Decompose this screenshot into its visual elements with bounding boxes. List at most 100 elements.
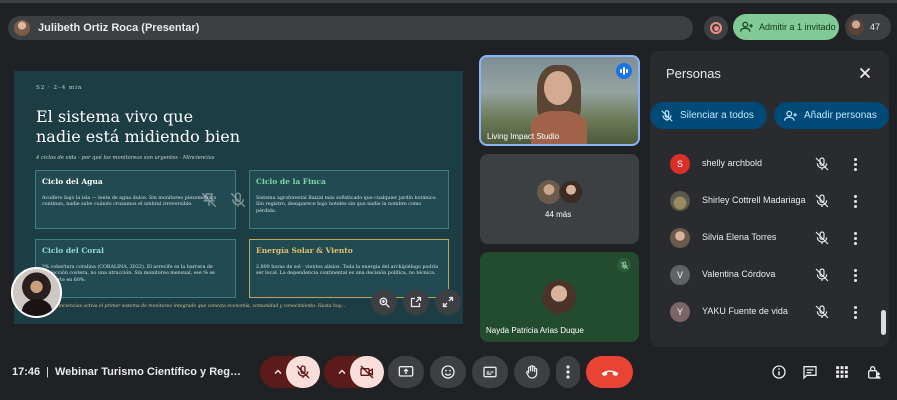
more-options-button[interactable]: [556, 356, 580, 388]
presenter-label: Julibeth Ortiz Roca (Presentar): [38, 22, 200, 34]
clock: 17:46: [12, 366, 41, 378]
hang-up-icon: [601, 370, 618, 377]
mic-off-icon[interactable]: [814, 193, 830, 209]
mute-all-button[interactable]: Silenciar a todos: [650, 102, 767, 129]
chat-button[interactable]: [799, 356, 821, 388]
more-count: 44 más: [545, 210, 572, 219]
more-options-icon[interactable]: [851, 230, 859, 246]
avatar: S: [670, 154, 690, 174]
avatar: V: [670, 265, 690, 285]
self-view-bubble[interactable]: [11, 267, 62, 318]
mic-off-icon[interactable]: [814, 156, 830, 172]
presenter-avatar: [14, 20, 30, 36]
presenter-banner[interactable]: Julibeth Ortiz Roca (Presentar): [8, 16, 693, 40]
person-add-icon: [784, 110, 797, 121]
add-people-button[interactable]: Añadir personas: [774, 102, 889, 129]
avatar: [670, 191, 690, 211]
person-name: YAKU Fuente de vida: [702, 306, 788, 316]
raise-hand-button[interactable]: [514, 356, 550, 388]
leave-call-button[interactable]: [586, 356, 633, 388]
list-item[interactable]: V Valentina Córdova: [650, 260, 889, 290]
person-add-icon: [740, 21, 753, 32]
add-people-label: Añadir personas: [804, 110, 877, 121]
participant-avatar: [559, 180, 583, 204]
chevron-up-icon: [274, 369, 282, 375]
person-name: Silvia Elena Torres: [702, 232, 777, 242]
mic-off-icon[interactable]: [814, 230, 830, 246]
more-options-icon[interactable]: [851, 193, 859, 209]
activities-button[interactable]: [831, 356, 853, 388]
list-item[interactable]: Silvia Elena Torres: [650, 223, 889, 253]
tile-name: Living Impact Studio: [487, 132, 560, 141]
close-icon[interactable]: [856, 64, 874, 82]
present-screen-icon: [398, 366, 414, 377]
mic-off-icon: [661, 109, 673, 122]
scrollbar-thumb[interactable]: [881, 310, 886, 335]
reactions-button[interactable]: [430, 356, 466, 388]
participant-tile-nayda[interactable]: Nayda Patricia Arias Duque: [480, 252, 639, 342]
chat-icon: [803, 366, 817, 380]
participant-avatar: [537, 180, 561, 204]
panel-title: Personas: [666, 66, 721, 81]
admit-label: Admitir a 1 invitado: [759, 22, 836, 32]
person-name: shelly archbold: [702, 158, 763, 168]
person-name: Valentina Córdova: [702, 269, 776, 279]
captions-icon: [483, 366, 497, 378]
present-button[interactable]: [388, 356, 424, 388]
camera-off-icon: [360, 365, 374, 379]
list-item[interactable]: Y YAKU Fuente de vida: [650, 297, 889, 327]
card-body: ?% cobertura coralina (CORALINA, 2022). …: [42, 265, 215, 283]
info-icon: [772, 365, 786, 379]
open-in-window-button[interactable]: [403, 289, 429, 315]
participant-avatar: [848, 19, 864, 35]
participants-button[interactable]: 47: [845, 14, 891, 40]
card-farm-cycle: Ciclo de la Finca Sistema agroforestal R…: [249, 170, 449, 229]
person-name: Shirley Cottrell Madariaga: [702, 195, 806, 205]
muted-badge: [617, 258, 631, 272]
slide-subtitle: 4 ciclos de vida · por qué los monitoreo…: [36, 155, 215, 161]
zoom-icon: [378, 296, 390, 308]
people-panel: Personas Silenciar a todos Añadir person…: [650, 51, 889, 347]
slide-footer: Minciencias activa el primer sistema de …: [54, 304, 346, 309]
admit-guest-button[interactable]: Admitir a 1 invitado: [733, 14, 839, 40]
hand-icon: [526, 365, 538, 379]
expand-icon: [442, 296, 454, 308]
separator: |: [46, 366, 49, 378]
zoom-button[interactable]: [371, 289, 397, 315]
mute-all-label: Silenciar a todos: [680, 110, 754, 121]
recording-button[interactable]: [704, 16, 728, 40]
mic-off-icon: [296, 365, 310, 379]
captions-button[interactable]: [472, 356, 508, 388]
list-item[interactable]: Shirley Cottrell Madariaga: [650, 186, 889, 216]
chevron-up-icon: [338, 369, 346, 375]
card-body: Sistema agroforestal Raizal más sofistic…: [256, 196, 437, 214]
host-controls-button[interactable]: [862, 356, 886, 388]
record-icon: [710, 22, 722, 34]
mic-off-icon[interactable]: [814, 304, 830, 320]
participant-count: 47: [870, 22, 881, 32]
camera-toggle-button[interactable]: [350, 356, 384, 388]
pin-off-icon: [201, 192, 217, 208]
slide-title-line-1: El sistema vivo que: [36, 107, 194, 126]
avatar: [670, 228, 690, 248]
participant-avatar: [542, 280, 576, 314]
mic-off-icon[interactable]: [814, 267, 830, 283]
list-item[interactable]: S shelly archbold: [650, 149, 889, 179]
card-body: 2.800 horas de sol · vientos alisios. To…: [256, 265, 439, 277]
more-options-icon[interactable]: [851, 267, 859, 283]
mic-off-icon: [230, 192, 246, 208]
more-options-icon[interactable]: [851, 304, 859, 320]
card-title: Ciclo de la Finca: [256, 177, 326, 186]
emoji-icon: [441, 365, 455, 379]
speaking-indicator-icon: [616, 63, 632, 79]
top-edge: [0, 0, 897, 3]
fullscreen-button[interactable]: [435, 289, 461, 315]
participant-tile-more[interactable]: 44 más: [480, 154, 639, 244]
meeting-info-button[interactable]: [768, 356, 790, 388]
meeting-title: Webinar Turismo Científico y Regeneració…: [55, 366, 245, 378]
more-options-icon[interactable]: [851, 156, 859, 172]
mic-toggle-button[interactable]: [286, 356, 320, 388]
open-external-icon: [410, 296, 422, 308]
participant-tile-living-impact[interactable]: Living Impact Studio: [479, 55, 640, 146]
card-title: Ciclo del Coral: [42, 246, 104, 255]
